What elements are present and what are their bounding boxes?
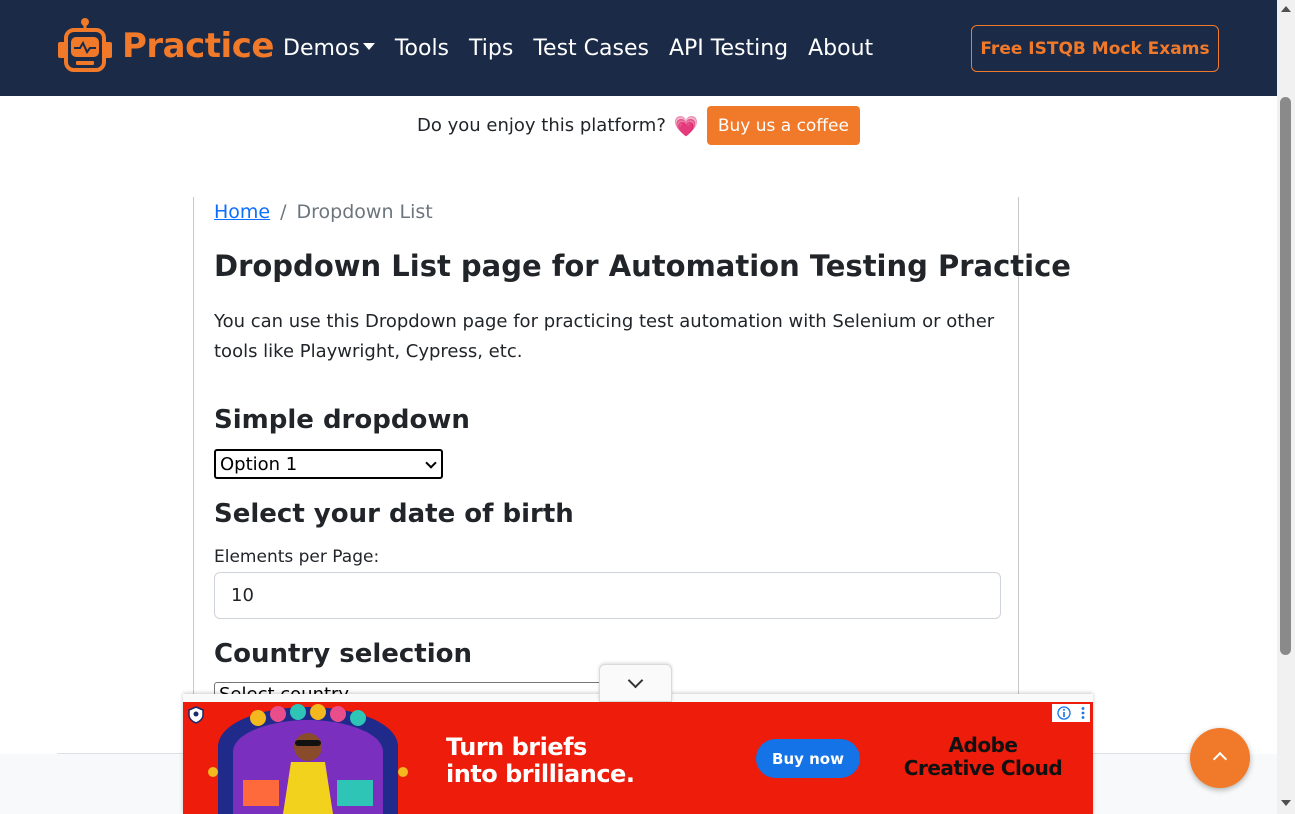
ad-buy-now-button[interactable]: Buy now: [756, 739, 860, 778]
breadcrumb-separator: /: [280, 201, 287, 223]
scroll-down-arrow-icon[interactable]: [1281, 800, 1291, 806]
breadcrumb: Home / Dropdown List: [214, 201, 433, 223]
nav-api-testing[interactable]: API Testing: [669, 36, 788, 61]
scrollbar-thumb[interactable]: [1280, 97, 1291, 655]
page-title: Dropdown List page for Automation Testin…: [214, 249, 1071, 283]
navbar: Practice Demos Tools Tips Test Cases API…: [0, 0, 1277, 96]
content-card: Home / Dropdown List Dropdown List page fo…: [193, 197, 1071, 697]
caret-down-icon: [362, 42, 375, 50]
nav-test-cases[interactable]: Test Cases: [533, 36, 649, 61]
intro-text: You can use this Dropdown page for pract…: [214, 311, 995, 362]
chevron-down-icon: [425, 457, 437, 469]
info-icon[interactable]: [1056, 706, 1071, 720]
nav-tips[interactable]: Tips: [469, 36, 513, 61]
scroll-up-arrow-icon[interactable]: [1281, 6, 1291, 12]
brand-link[interactable]: Practice: [56, 18, 274, 74]
istqb-mock-exams-button[interactable]: Free ISTQB Mock Exams: [971, 25, 1219, 72]
country-heading: Country selection: [214, 639, 472, 669]
support-banner: Do you enjoy this platform? 💗 Buy us a c…: [0, 106, 1277, 145]
nav-menu: Demos Tools Tips Test Cases API Testing …: [283, 0, 893, 96]
chevron-up-icon: [1212, 751, 1228, 767]
ad-illustration: [208, 704, 408, 814]
more-vertical-icon[interactable]: [1080, 706, 1086, 720]
nav-demos[interactable]: Demos: [283, 36, 375, 61]
ad-headline-line2: into brilliance.: [446, 760, 635, 788]
ad-collapse-button[interactable]: [599, 664, 672, 702]
robot-logo-icon: [58, 18, 112, 72]
elements-per-page-label: Elements per Page:: [214, 547, 380, 567]
breadcrumb-home-link[interactable]: Home: [214, 201, 270, 223]
back-to-top-button[interactable]: [1190, 728, 1250, 788]
page-scrollbar[interactable]: [1277, 0, 1295, 814]
ad-choices[interactable]: [1052, 704, 1090, 722]
buy-coffee-button[interactable]: Buy us a coffee: [706, 106, 860, 145]
ad-headline-line1: Turn briefs: [446, 733, 587, 761]
ad-brand-logo: Adobe Creative Cloud: [903, 734, 1063, 780]
ad-brand-line1: Adobe: [948, 733, 1018, 757]
chevron-down-icon: [627, 672, 644, 689]
nav-demos-label: Demos: [283, 35, 360, 61]
brand-name: Practice: [122, 26, 274, 66]
support-question: Do you enjoy this platform?: [417, 115, 666, 136]
ad-brand-line2: Creative Cloud: [903, 756, 1063, 780]
elements-per-page-input[interactable]: 10: [214, 572, 1001, 619]
simple-dropdown-select[interactable]: Option 1: [214, 449, 443, 479]
nav-tools[interactable]: Tools: [395, 36, 449, 61]
nav-about[interactable]: About: [808, 36, 873, 61]
heart-icon: 💗: [673, 113, 699, 138]
ad-headline: Turn briefs into brilliance.: [446, 733, 635, 788]
simple-dropdown-heading: Simple dropdown: [214, 405, 470, 435]
simple-dropdown-value: Option 1: [220, 453, 298, 475]
ad-banner[interactable]: Turn briefs into brilliance. Buy now Ado…: [183, 702, 1093, 814]
dob-heading: Select your date of birth: [214, 499, 574, 529]
breadcrumb-current: Dropdown List: [296, 201, 433, 223]
